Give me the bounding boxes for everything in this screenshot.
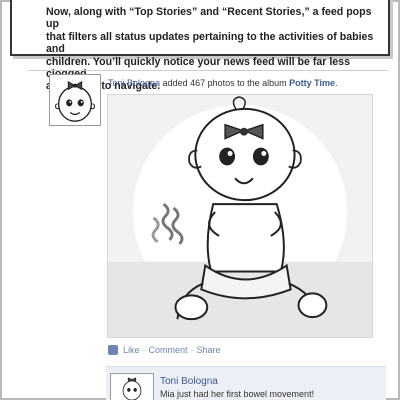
avatar[interactable]: [49, 74, 101, 126]
comment-text: Mia just had her first bowel movement!: [160, 389, 315, 399]
action-separator: ·: [142, 345, 146, 355]
comment-link[interactable]: Comment: [149, 345, 188, 355]
comment-avatar[interactable]: [110, 373, 154, 400]
baby-face-icon: [122, 377, 142, 400]
album-photo[interactable]: [107, 94, 373, 338]
story-end-punct: .: [335, 78, 338, 88]
caption-line: that filters all status updates pertaini…: [46, 30, 374, 56]
story-author-link[interactable]: Toni Bologna: [108, 78, 160, 88]
album-link[interactable]: Potty Time: [289, 78, 335, 88]
cartoon-baby-on-potty-illustration: [108, 95, 372, 337]
story-actions: Like · Comment · Share: [108, 345, 221, 355]
story-headline: Toni Bologna added 467 photos to the alb…: [108, 78, 338, 88]
like-link[interactable]: Like: [123, 345, 140, 355]
caption-line: Now, along with “Top Stories” and “Recen…: [46, 6, 372, 31]
action-separator: ·: [190, 345, 194, 355]
story-action-text: added 467 photos to the album: [160, 78, 290, 88]
comment-author-link[interactable]: Toni Bologna: [160, 376, 218, 387]
caption-box: Now, along with “Top Stories” and “Recen…: [10, 0, 390, 92]
like-icon: [108, 345, 118, 355]
baby-face-icon: [55, 80, 95, 122]
share-link[interactable]: Share: [197, 345, 221, 355]
feed-divider: [28, 70, 388, 71]
